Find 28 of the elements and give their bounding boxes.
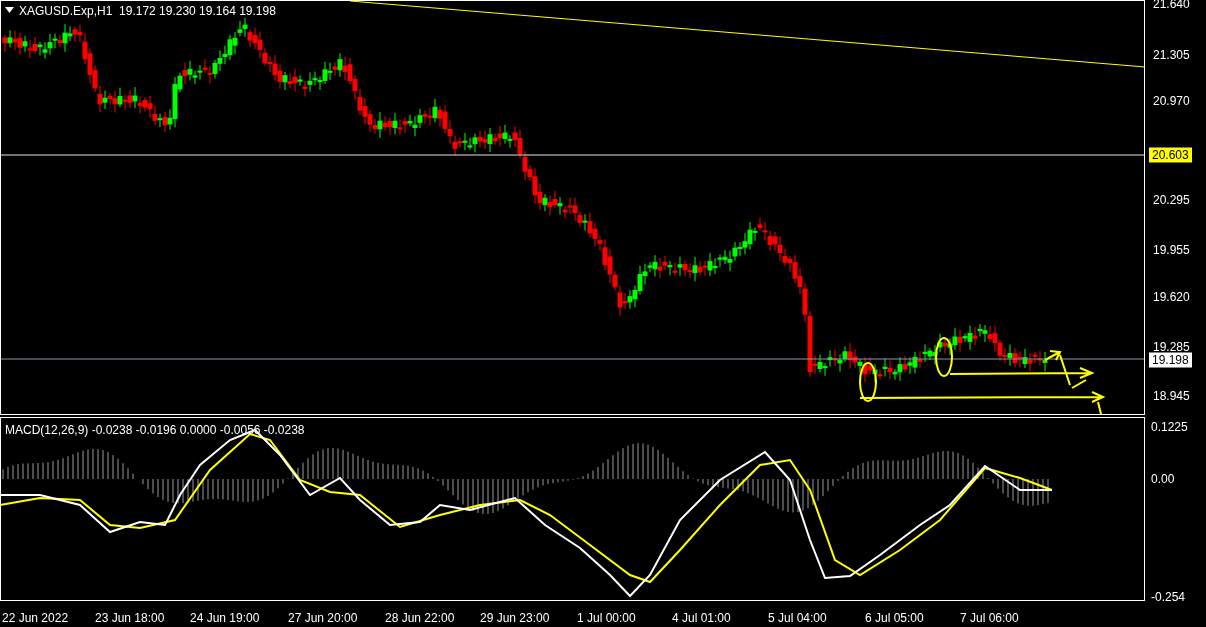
price-label: 19.198 — [1149, 352, 1192, 368]
time-label: 27 Jun 20:00 — [288, 610, 358, 627]
time-label: 22 Jun 2022 — [2, 610, 69, 627]
time-label: 5 Jul 04:00 — [768, 610, 827, 627]
highlight-ellipse — [935, 337, 953, 377]
time-label: 6 Jul 05:00 — [865, 610, 924, 627]
highlight-ellipse — [859, 362, 877, 402]
price-tick: 19.285 — [1153, 339, 1190, 355]
time-label: 24 Jun 19:00 — [190, 610, 260, 627]
price-tick: 19.620 — [1153, 289, 1190, 306]
macd-tick: 0.1225 — [1151, 419, 1188, 436]
price-tick: 18.945 — [1153, 388, 1190, 405]
time-label: 1 Jul 00:00 — [577, 610, 636, 627]
price-tick: 19.955 — [1153, 242, 1190, 259]
price-tick: 20.295 — [1153, 192, 1190, 209]
time-label: 28 Jun 22:00 — [385, 610, 455, 627]
macd-tick: -0.254 — [1151, 589, 1186, 606]
macd-tick: 0.00 — [1151, 471, 1175, 488]
price-tick: 21.305 — [1153, 47, 1190, 64]
time-label: 23 Jun 18:00 — [95, 610, 165, 627]
chart-header: XAGUSD.Exp,H1 19.172 19.230 19.164 19.198 — [19, 3, 276, 20]
time-label: 29 Jun 23:00 — [480, 610, 550, 627]
price-tick: 20.970 — [1153, 93, 1190, 110]
price-label: 20.603 — [1149, 147, 1192, 163]
time-label: 7 Jul 06:00 — [960, 610, 1019, 627]
time-label: 4 Jul 01:00 — [672, 610, 731, 627]
dropdown-triangle-icon[interactable] — [5, 7, 14, 13]
price-tick: 21.640 — [1153, 0, 1190, 13]
